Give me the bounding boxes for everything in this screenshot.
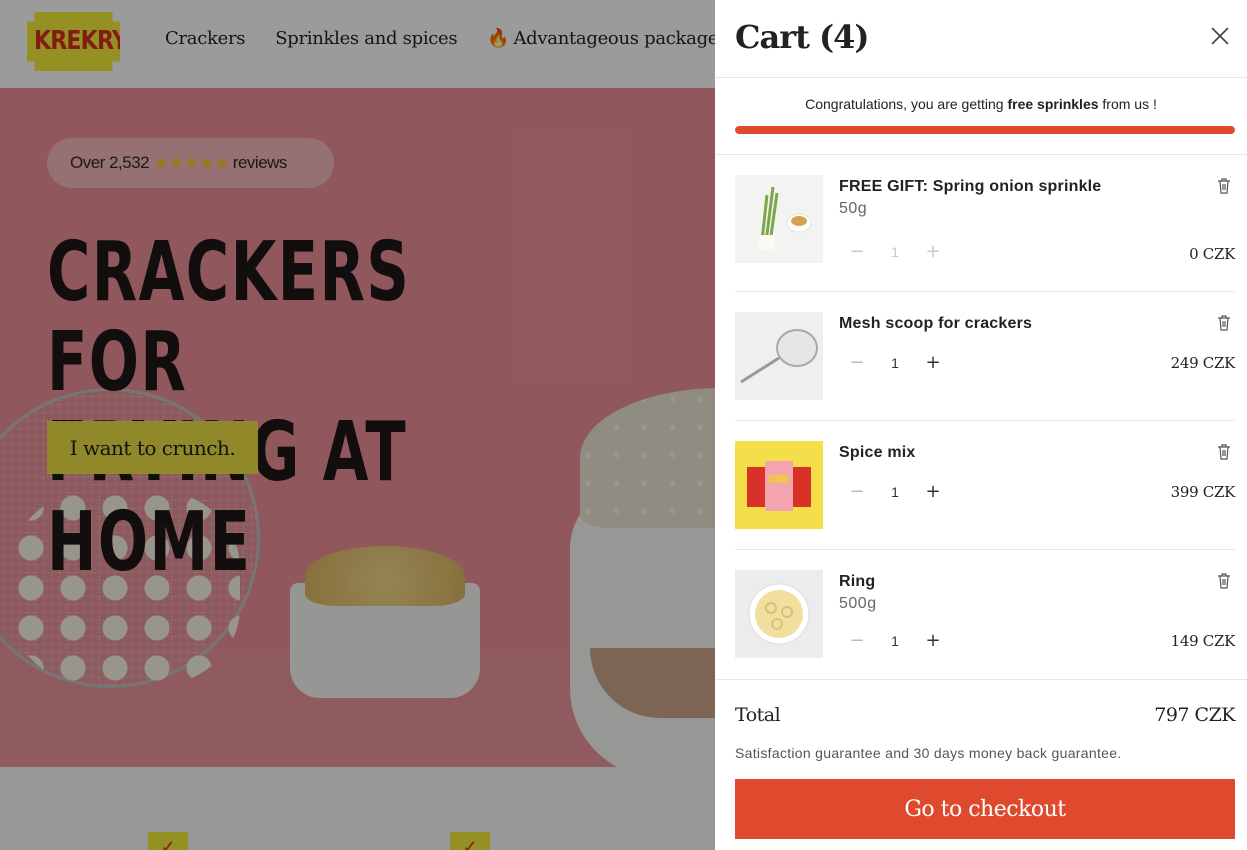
close-icon — [1211, 27, 1229, 45]
cart-item-price: 249 CZK — [1170, 354, 1236, 372]
total-label: Total — [735, 704, 781, 726]
trash-icon[interactable] — [1217, 573, 1231, 589]
quantity-stepper: − 1 + — [839, 241, 959, 262]
quantity-value: 1 — [891, 632, 899, 649]
increase-quantity-button[interactable]: + — [915, 630, 951, 651]
product-thumbnail-spice-mix[interactable] — [735, 441, 823, 529]
cart-item-name: Mesh scoop for crackers — [839, 315, 1033, 332]
total-value: 797 CZK — [1154, 704, 1235, 726]
product-thumbnail-mesh-scoop[interactable] — [735, 312, 823, 400]
quantity-stepper: − 1 + — [839, 630, 959, 651]
product-thumbnail-spring-onion[interactable] — [735, 175, 823, 263]
mesh-scoop-image — [740, 329, 818, 384]
cart-item-price: 0 CZK — [1189, 245, 1235, 263]
cart-item-variant: 500g — [839, 595, 877, 612]
quantity-value: 1 — [891, 483, 899, 500]
quantity-value: 1 — [891, 243, 899, 260]
promo-text-before: Congratulations, you are getting — [805, 96, 1008, 112]
cart-item-price: 149 CZK — [1170, 632, 1236, 650]
promo-progress-bar — [735, 126, 1235, 134]
promo-message: Congratulations, you are getting free sp… — [715, 96, 1247, 112]
decrease-quantity-button[interactable]: − — [839, 481, 875, 502]
increase-quantity-button[interactable]: + — [915, 352, 951, 373]
cart-item-price: 399 CZK — [1170, 483, 1236, 501]
cart-item-name: FREE GIFT: Spring onion sprinkle — [839, 178, 1102, 195]
promo-text-bold: free sprinkles — [1007, 96, 1099, 112]
free-shipping-banner: Congratulations, you are getting free sp… — [715, 78, 1247, 155]
trash-icon[interactable] — [1217, 178, 1231, 194]
checkout-button[interactable]: Go to checkout — [735, 779, 1235, 839]
promo-progress-fill — [735, 126, 1235, 134]
increase-quantity-button[interactable]: + — [915, 241, 951, 262]
cart-item: Ring 500g − 1 + 149 CZK — [735, 550, 1235, 679]
quantity-value: 1 — [891, 354, 899, 371]
spice-mix-image — [747, 461, 811, 511]
cart-item: FREE GIFT: Spring onion sprinkle 50g − 1… — [735, 155, 1235, 292]
trash-icon[interactable] — [1217, 315, 1231, 331]
ring-crackers-image — [748, 583, 810, 645]
product-thumbnail-ring[interactable] — [735, 570, 823, 658]
quantity-stepper: − 1 + — [839, 352, 959, 373]
cart-header: Cart (4) — [715, 0, 1247, 78]
cart-item-name: Spice mix — [839, 444, 916, 461]
guarantee-text: Satisfaction guarantee and 30 days money… — [735, 745, 1122, 761]
promo-text-after: from us ! — [1098, 96, 1157, 112]
cart-item: Mesh scoop for crackers − 1 + 249 CZK — [735, 292, 1235, 421]
trash-icon[interactable] — [1217, 444, 1231, 460]
quantity-stepper: − 1 + — [839, 481, 959, 502]
decrease-quantity-button[interactable]: − — [839, 630, 875, 651]
cart-item: Spice mix − 1 + 399 CZK — [735, 421, 1235, 550]
cart-item-variant: 50g — [839, 200, 868, 217]
cart-items-list: FREE GIFT: Spring onion sprinkle 50g − 1… — [735, 155, 1235, 679]
decrease-quantity-button[interactable]: − — [839, 352, 875, 373]
increase-quantity-button[interactable]: + — [915, 481, 951, 502]
spring-onion-image — [759, 186, 812, 251]
decrease-quantity-button[interactable]: − — [839, 241, 875, 262]
cart-drawer: Cart (4) Congratulations, you are gettin… — [715, 0, 1247, 850]
cart-title: Cart (4) — [735, 18, 870, 56]
close-cart-button[interactable] — [1207, 24, 1233, 50]
cart-item-name: Ring — [839, 573, 876, 590]
cart-footer: Total 797 CZK Satisfaction guarantee and… — [715, 679, 1247, 850]
